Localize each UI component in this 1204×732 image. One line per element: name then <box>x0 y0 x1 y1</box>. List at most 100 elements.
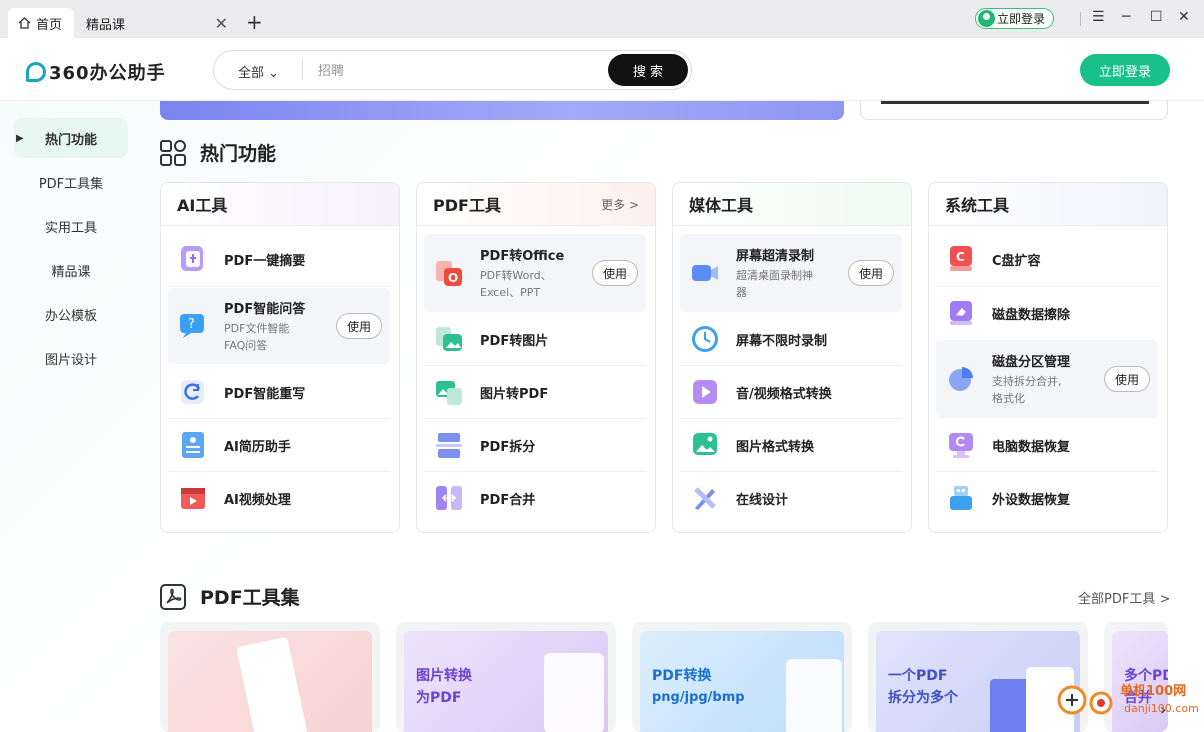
promo-banner[interactable] <box>160 101 844 120</box>
divider <box>680 471 902 472</box>
header: 360办公助手 全部 ⌄ 搜 索 立即登录 <box>0 38 1204 101</box>
tool-name: 屏幕不限时录制 <box>736 333 828 349</box>
logo-text: 360办公助手 <box>49 63 166 84</box>
rewrite-icon <box>178 377 208 407</box>
tool-item[interactable]: AI视频处理 <box>168 475 390 521</box>
watermark: 单机100网 danji100.com <box>1056 676 1204 720</box>
tool-item[interactable]: PDF一键摘要 <box>168 236 390 282</box>
tool-name: PDF智能问答 <box>224 302 306 317</box>
divider <box>424 365 646 366</box>
pdf-tool-card[interactable] <box>160 622 380 732</box>
watermark-text-1: 单机100网 <box>1120 684 1187 699</box>
close-icon[interactable]: ✕ <box>215 14 228 33</box>
logo-mark-icon <box>26 62 46 82</box>
card-art: 图片转换 为PDF <box>404 631 608 732</box>
pdf-tool-card[interactable]: 图片转换 为PDF <box>396 622 616 732</box>
card-line-2: 拆分为多个 <box>888 690 958 706</box>
svg-text:O: O <box>448 271 458 285</box>
tool-item[interactable]: 屏幕超清录制 超清桌面录制神器 使用 <box>680 234 902 312</box>
tool-item[interactable]: AI简历助手 <box>168 422 390 468</box>
titlebar-login-button[interactable]: 立即登录 <box>975 8 1054 29</box>
tab-course[interactable]: 精品课 ✕ <box>76 8 236 38</box>
card-art <box>168 631 372 732</box>
minimize-icon[interactable]: ─ <box>1122 9 1130 25</box>
doc-art <box>990 679 1030 732</box>
tool-item[interactable]: PDF拆分 <box>424 422 646 468</box>
search-scope-select[interactable]: 全部 ⌄ <box>238 62 279 81</box>
pdf-tool-card[interactable]: 一个PDF 拆分为多个 <box>868 622 1088 732</box>
logo[interactable]: 360办公助手 <box>26 59 166 85</box>
document-art <box>236 636 308 732</box>
tool-item[interactable]: PDF智能重写 <box>168 369 390 415</box>
divider <box>302 60 303 80</box>
section-title-hot: 热门功能 <box>160 139 276 166</box>
sidebar-item-label: 实用工具 <box>44 220 97 236</box>
tool-item[interactable]: 图片转PDF <box>424 369 646 415</box>
tool-name: 在线设计 <box>736 492 789 508</box>
sidebar-item-image-design[interactable]: 图片设计 <box>14 338 128 378</box>
tab-home[interactable]: 首页 <box>8 8 74 38</box>
use-button[interactable]: 使用 <box>1104 366 1150 392</box>
use-button[interactable]: 使用 <box>848 260 894 286</box>
tool-item[interactable]: C C盘扩容 <box>936 236 1158 282</box>
tool-item[interactable]: 屏幕不限时录制 <box>680 316 902 362</box>
maximize-icon[interactable]: ☐ <box>1150 9 1163 25</box>
search-scope-label: 全部 <box>238 66 265 81</box>
search-button[interactable]: 搜 索 <box>608 54 688 86</box>
watermark-text-2: danji100.com <box>1124 702 1199 715</box>
tool-name: PDF智能重写 <box>224 386 306 402</box>
tool-item[interactable]: 图片格式转换 <box>680 422 902 468</box>
search-input[interactable] <box>318 60 598 82</box>
tool-item[interactable]: 外设数据恢复 <box>936 475 1158 521</box>
promo-banner-secondary[interactable] <box>860 101 1168 120</box>
tool-item[interactable]: 电脑数据恢复 <box>936 422 1158 468</box>
tool-item[interactable]: PDF转图片 <box>424 316 646 362</box>
tool-name: PDF转图片 <box>480 333 549 349</box>
use-button[interactable]: 使用 <box>336 313 382 339</box>
section-title-label: PDF工具集 <box>200 587 300 609</box>
divider <box>424 471 646 472</box>
card-title-label: AI工具 <box>177 196 228 215</box>
tool-item[interactable]: PDF合并 <box>424 475 646 521</box>
sidebar-item-pdf-tools[interactable]: PDF工具集 <box>14 162 128 202</box>
svg-text:C: C <box>956 250 965 264</box>
divider <box>424 418 646 419</box>
tool-desc: FAQ问答 <box>224 339 268 352</box>
tool-name: PDF拆分 <box>480 439 536 455</box>
sidebar-item-hot[interactable]: ▶ 热门功能 <box>14 118 128 158</box>
menu-icon[interactable]: ☰ <box>1092 9 1105 25</box>
card-title-label: 系统工具 <box>945 196 1010 215</box>
tool-name: C盘扩容 <box>992 253 1041 269</box>
divider <box>168 471 390 472</box>
tool-item[interactable]: O PDF转Office PDF转Word、 Excel、PPT 使用 <box>424 234 646 312</box>
caret-right-icon: ▶ <box>16 132 24 144</box>
card-line-2: 为PDF <box>416 690 462 706</box>
pdf-tool-card[interactable]: PDF转换 png/jpg/bmp <box>632 622 852 732</box>
pdf-to-image-icon <box>434 324 464 354</box>
tool-name: PDF一键摘要 <box>224 253 306 269</box>
tool-name: 电脑数据恢复 <box>992 439 1071 455</box>
card-title: 媒体工具 <box>673 183 911 226</box>
sidebar-item-utilities[interactable]: 实用工具 <box>14 206 128 246</box>
login-button[interactable]: 立即登录 <box>1080 54 1170 86</box>
close-window-icon[interactable]: ✕ <box>1178 9 1190 25</box>
pdf-doc-art <box>544 653 604 732</box>
search-bar: 全部 ⌄ 搜 索 <box>213 50 692 90</box>
tool-name: 图片格式转换 <box>736 439 815 455</box>
more-link[interactable]: 更多 > <box>601 196 639 213</box>
tool-item[interactable]: 磁盘数据擦除 <box>936 290 1158 336</box>
use-button[interactable]: 使用 <box>592 260 638 286</box>
sidebar-item-templates[interactable]: 办公模板 <box>14 294 128 334</box>
tool-item[interactable]: 音/视频格式转换 <box>680 369 902 415</box>
chevron-down-icon: ⌄ <box>268 66 280 81</box>
sidebar: ▶ 热门功能 PDF工具集 实用工具 精品课 办公模板 图片设计 <box>14 118 128 382</box>
summary-icon <box>178 244 208 274</box>
all-pdf-tools-link[interactable]: 全部PDF工具 > <box>1078 588 1170 607</box>
sidebar-item-label: 图片设计 <box>44 352 97 368</box>
tool-item[interactable]: 磁盘分区管理 支持拆分合并, 格式化 使用 <box>936 340 1158 418</box>
sidebar-item-label: 热门功能 <box>44 132 97 148</box>
new-tab-icon[interactable]: + <box>246 10 263 34</box>
tool-item[interactable]: ? PDF智能问答 PDF文件智能 FAQ问答 使用 <box>168 288 390 364</box>
tool-item[interactable]: 在线设计 <box>680 475 902 521</box>
sidebar-item-courses[interactable]: 精品课 <box>14 250 128 290</box>
